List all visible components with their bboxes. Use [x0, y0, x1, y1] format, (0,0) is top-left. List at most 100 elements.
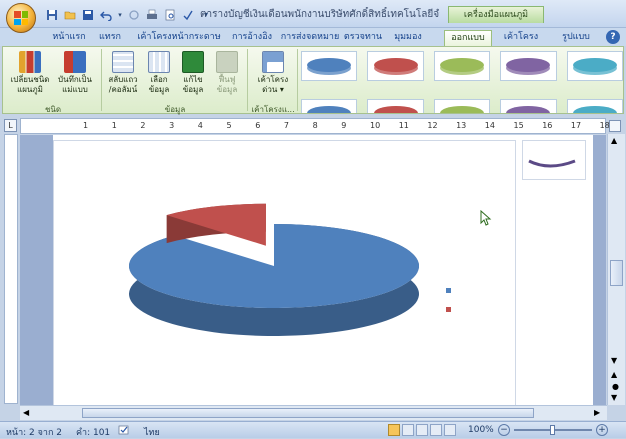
chart-area[interactable]: [53, 140, 516, 405]
tab-format[interactable]: รูปแบบ: [556, 30, 596, 46]
help-icon[interactable]: ?: [606, 30, 620, 44]
chart-style-option[interactable]: [301, 99, 358, 113]
undo-dropdown-icon[interactable]: ▾: [116, 7, 124, 22]
switch-row-column-label1: สลับแถว: [108, 75, 138, 84]
scroll-down-icon[interactable]: ▼: [611, 356, 617, 365]
change-chart-type-label1: เปลี่ยนชนิด: [10, 75, 50, 84]
print-icon[interactable]: [144, 7, 160, 22]
tab-home[interactable]: หน้าแรก: [50, 30, 88, 46]
tab-view[interactable]: มุมมอง: [388, 30, 428, 46]
tab-review[interactable]: ตรวจทาน: [342, 30, 384, 46]
save-icon[interactable]: [44, 7, 60, 22]
office-button[interactable]: [6, 3, 36, 33]
pie-chart[interactable]: [54, 141, 517, 405]
mouse-cursor-icon: [480, 210, 492, 226]
zoom-out-icon[interactable]: −: [498, 424, 510, 436]
ruler-number: 17: [570, 121, 582, 130]
page-count[interactable]: หน้า: 2 จาก 2: [6, 425, 62, 439]
quick-layout-label1: เค้าโครง: [257, 75, 289, 84]
select-data-label2: ข้อมูล: [148, 85, 170, 94]
ruler-number: 1: [83, 121, 89, 130]
outline-view-icon[interactable]: [430, 424, 442, 436]
tab-layout[interactable]: เค้าโครง: [500, 30, 542, 46]
zoom-in-icon[interactable]: +: [596, 424, 608, 436]
save-template-icon: [64, 51, 86, 73]
view-ruler-icon[interactable]: [609, 120, 621, 132]
switch-row-column-icon: [112, 51, 134, 73]
refresh-data-label1: ฟื้นฟู: [218, 75, 236, 84]
refresh-data-button[interactable]: ฟื้นฟู ข้อมูล: [211, 51, 243, 95]
group-separator: [297, 49, 298, 111]
tab-insert[interactable]: แทรก: [95, 30, 125, 46]
scroll-left-icon[interactable]: ◀: [23, 408, 29, 417]
horizontal-scroll-thumb[interactable]: [82, 408, 534, 418]
zoom-level[interactable]: 100%: [468, 425, 494, 435]
tab-mailings[interactable]: การส่งจดหมาย: [280, 30, 340, 46]
ruler-number: 1: [111, 121, 117, 130]
undo-icon[interactable]: [98, 7, 114, 22]
quick-layout-button[interactable]: เค้าโครง ด่วน ▾: [253, 51, 293, 95]
vertical-scrollbar[interactable]: ▲ ▼ ▲ ● ▼: [607, 134, 625, 405]
change-chart-type-button[interactable]: เปลี่ยนชนิด แผนภูมิ: [9, 51, 51, 95]
save-as-template-button[interactable]: บันทึกเป็น แม่แบบ: [53, 51, 97, 95]
ruler-number: 11: [398, 121, 409, 130]
scroll-thumb[interactable]: [610, 260, 623, 286]
adjacent-chart-fragment: [528, 159, 576, 168]
chart-style-option[interactable]: [301, 51, 358, 81]
open-folder-icon[interactable]: [62, 7, 78, 22]
print-preview-icon[interactable]: [162, 7, 178, 22]
horizontal-scrollbar[interactable]: ◀ ▶: [20, 405, 607, 420]
office-logo-icon: [14, 11, 28, 25]
switch-row-column-label2: /คอลัมน์: [108, 85, 138, 94]
save-as-template-label2: แม่แบบ: [62, 85, 88, 94]
scroll-up-icon[interactable]: ▲: [611, 136, 617, 145]
word-count[interactable]: คำ: 101: [76, 425, 110, 439]
spelling-icon[interactable]: [180, 7, 196, 22]
draft-view-icon[interactable]: [444, 424, 456, 436]
tab-page-layout[interactable]: เค้าโครงหน้ากระดาษ: [134, 30, 224, 46]
window-title: ตารางบัญชีเงินเดือนพนักงานบริษัทศักดิ์สิ…: [200, 9, 440, 20]
group-label-type: ชนิด: [44, 105, 62, 114]
horizontal-ruler[interactable]: 1 1 2 3 4 5 6 7 8 9 10 11 12 13 14 15 16 17 18: [20, 118, 610, 134]
save-as-template-label1: บันทึกเป็น: [58, 75, 92, 84]
scroll-right-icon[interactable]: ▶: [594, 408, 600, 417]
web-layout-icon[interactable]: [416, 424, 428, 436]
edit-data-label2: ข้อมูล: [182, 85, 204, 94]
switch-row-column-button[interactable]: สลับแถว /คอลัมน์: [105, 51, 141, 95]
next-page-icon[interactable]: ▼: [611, 393, 617, 402]
chart-style-option[interactable]: [433, 99, 491, 113]
chart-style-option[interactable]: [500, 99, 557, 113]
save-disk-icon[interactable]: [80, 7, 96, 22]
redo-icon[interactable]: [126, 7, 142, 22]
tab-design[interactable]: ออกแบบ: [444, 30, 492, 46]
change-chart-type-label2: แผนภูมิ: [17, 85, 43, 94]
title-bar: ▾ ▾ ตารางบัญชีเงินเดือนพนักงานบริษัทศักด…: [0, 0, 626, 28]
chart-style-option[interactable]: [500, 51, 557, 81]
refresh-data-icon: [216, 51, 238, 73]
zoom-slider-thumb[interactable]: [550, 425, 555, 435]
select-browse-object-icon[interactable]: ●: [612, 382, 619, 391]
select-data-button[interactable]: เลือก ข้อมูล: [143, 51, 175, 95]
ruler-number: 5: [226, 121, 232, 130]
print-layout-view-icon[interactable]: [388, 424, 400, 436]
chart-style-option[interactable]: [566, 51, 623, 81]
ruler-number: 15: [513, 121, 524, 130]
quick-layout-label2: ด่วน ▾: [262, 85, 284, 94]
group-label-data: ข้อมูล: [164, 105, 186, 114]
previous-page-icon[interactable]: ▲: [611, 370, 617, 379]
document-page: [53, 135, 593, 405]
adjacent-chart-area[interactable]: [522, 140, 586, 180]
chart-style-option[interactable]: [566, 99, 623, 113]
chart-style-option[interactable]: [367, 99, 424, 113]
ruler-number: 8: [312, 121, 318, 130]
chart-style-option[interactable]: [433, 51, 491, 81]
tab-selector-icon[interactable]: L: [4, 119, 17, 132]
proofing-icon[interactable]: [118, 424, 130, 436]
vertical-ruler[interactable]: [4, 134, 18, 404]
full-screen-reading-icon[interactable]: [402, 424, 414, 436]
tab-references[interactable]: การอ้างอิง: [228, 30, 276, 46]
edit-data-button[interactable]: แก้ไข ข้อมูล: [177, 51, 209, 95]
view-buttons: [388, 424, 456, 436]
language-indicator[interactable]: ไทย: [144, 425, 160, 439]
chart-style-option[interactable]: [367, 51, 424, 81]
